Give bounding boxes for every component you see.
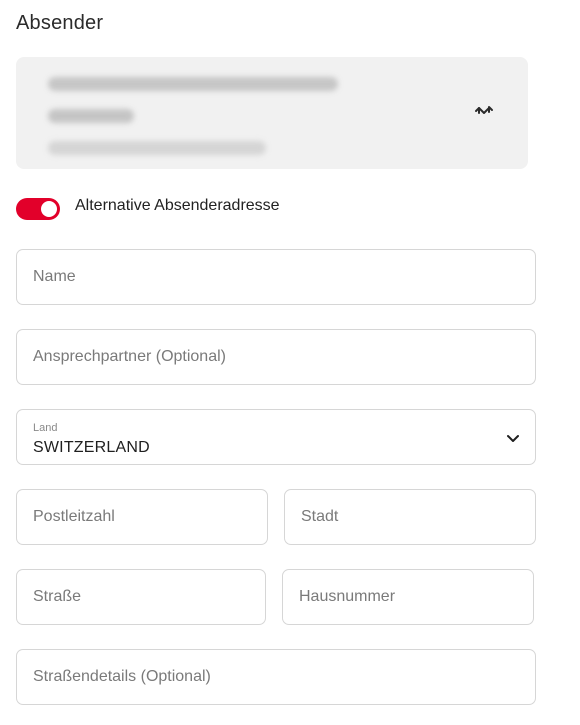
contact-person-input[interactable]: [17, 330, 535, 384]
street-input[interactable]: [17, 570, 265, 624]
street-details-field-wrapper: [16, 649, 536, 705]
name-field-wrapper: [16, 249, 536, 305]
contact-field-wrapper: [16, 329, 536, 385]
street-field-wrapper: [16, 569, 266, 625]
chevron-down-icon: [507, 435, 519, 442]
country-select-value: SWITZERLAND: [33, 439, 150, 456]
postal-code-input[interactable]: [17, 490, 267, 544]
house-number-input[interactable]: [283, 570, 533, 624]
city-field-wrapper: [284, 489, 536, 545]
alternative-sender-toggle[interactable]: [16, 198, 60, 220]
alternative-sender-label: Alternative Absenderadresse: [75, 197, 280, 214]
redacted-address-line: [48, 141, 266, 155]
city-input[interactable]: [285, 490, 535, 544]
sender-heading: Absender: [16, 12, 104, 34]
country-select-label: Land: [33, 422, 58, 434]
house-number-field-wrapper: [282, 569, 534, 625]
toggle-knob: [41, 201, 57, 217]
name-input[interactable]: [17, 250, 535, 304]
redacted-address-line: [48, 109, 134, 123]
alternative-sender-toggle-row: Alternative Absenderadresse: [16, 196, 280, 222]
redacted-address-line: [48, 77, 338, 91]
country-select[interactable]: Land SWITZERLAND: [16, 409, 536, 465]
street-details-input[interactable]: [17, 650, 535, 704]
swap-arrows-icon[interactable]: [472, 98, 496, 122]
sender-address-card: [16, 57, 528, 169]
postal-code-field-wrapper: [16, 489, 268, 545]
